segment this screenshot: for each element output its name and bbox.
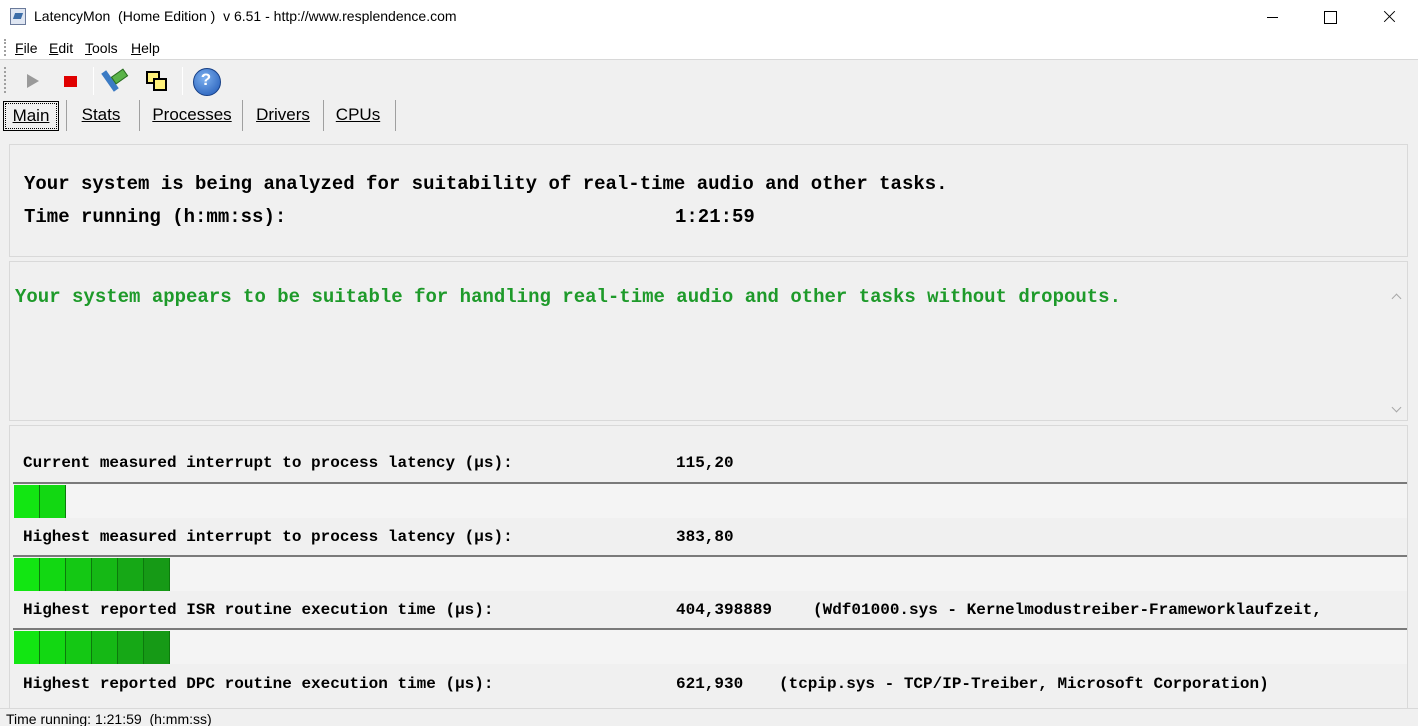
play-icon[interactable]	[18, 67, 46, 95]
bar-segment	[40, 558, 66, 591]
menu-edit[interactable]: Edit	[49, 40, 73, 56]
latency-bar	[13, 555, 1407, 591]
time-running-label: Time running (h:mm:ss):	[24, 206, 287, 228]
bar-segment	[66, 631, 92, 664]
latency-bar	[13, 628, 1407, 664]
measurement-label: Highest reported DPC routine execution t…	[23, 675, 494, 693]
bar-segment	[118, 631, 144, 664]
measurement-value: 404,398889	[676, 601, 773, 619]
measurements-panel: Current measured interrupt to process la…	[9, 425, 1408, 710]
tab-cpus[interactable]: CPUs	[330, 101, 386, 131]
scroll-up-arrow-icon[interactable]	[1390, 290, 1404, 304]
measurement-value: 383,80	[676, 528, 734, 546]
menu-grip[interactable]	[4, 39, 6, 56]
toolbar-separator	[182, 67, 183, 95]
window-title: LatencyMon (Home Edition ) v 6.51 - http…	[34, 8, 457, 24]
latency-bar-fill	[14, 631, 170, 664]
latency-bar-fill	[14, 485, 66, 518]
time-running-value: 1:21:59	[675, 206, 755, 228]
verdict-panel: Your system appears to be suitable for h…	[9, 261, 1408, 421]
toolbar-grip[interactable]	[4, 67, 6, 93]
bar-segment	[118, 558, 144, 591]
measurement-value: 621,930	[676, 675, 744, 693]
bar-segment	[66, 558, 92, 591]
menu-help[interactable]: Help	[131, 40, 160, 56]
measurement-label: Highest measured interrupt to process la…	[23, 528, 513, 546]
close-button[interactable]	[1360, 0, 1418, 34]
measurement-label: Current measured interrupt to process la…	[23, 454, 513, 472]
analysis-status-panel: Your system is being analyzed for suitab…	[9, 144, 1408, 257]
measurement-label: Highest reported ISR routine execution t…	[23, 601, 494, 619]
bar-segment	[14, 485, 40, 518]
bar-segment	[40, 485, 66, 518]
tab-main[interactable]: Main	[3, 101, 59, 131]
minimize-button[interactable]	[1244, 0, 1302, 34]
menu-tools[interactable]: Tools	[85, 40, 118, 56]
tab-bar: Main Stats Processes Drivers CPUs	[0, 99, 1418, 132]
measurement-value: 115,20	[676, 454, 734, 472]
latency-bar-fill	[14, 558, 170, 591]
bar-segment	[92, 631, 118, 664]
status-bar-text: Time running: 1:21:59 (h:mm:ss)	[6, 711, 212, 726]
bar-segment	[40, 631, 66, 664]
toolbar: ?	[0, 61, 1418, 99]
bar-segment	[14, 558, 40, 591]
help-icon[interactable]: ?	[192, 67, 221, 96]
verdict-text: Your system appears to be suitable for h…	[15, 286, 1121, 308]
toolbar-separator	[93, 67, 94, 95]
status-bar: Time running: 1:21:59 (h:mm:ss)	[0, 708, 1418, 726]
stop-icon[interactable]	[56, 67, 84, 95]
tab-stats[interactable]: Stats	[74, 101, 128, 131]
bar-segment	[14, 631, 40, 664]
maximize-button[interactable]	[1301, 0, 1359, 34]
hammer-icon[interactable]	[101, 67, 130, 95]
bar-segment	[144, 558, 170, 591]
latencymon-app-icon[interactable]	[10, 8, 26, 25]
bar-segment	[144, 631, 170, 664]
measurement-detail: (Wdf01000.sys - Kernelmodustreiber-Frame…	[813, 601, 1322, 619]
windows-icon[interactable]	[143, 67, 171, 95]
menu-bar: File Edit Tools Help	[0, 34, 1418, 60]
bar-segment	[92, 558, 118, 591]
menu-file[interactable]: File	[15, 40, 38, 56]
analysis-status-text: Your system is being analyzed for suitab…	[24, 173, 948, 195]
measurement-detail: (tcpip.sys - TCP/IP-Treiber, Microsoft C…	[779, 675, 1269, 693]
title-bar: LatencyMon (Home Edition ) v 6.51 - http…	[0, 0, 1418, 34]
latency-bar	[13, 482, 1407, 518]
tab-processes[interactable]: Processes	[146, 101, 238, 131]
scroll-down-arrow-icon[interactable]	[1390, 402, 1404, 416]
tab-drivers[interactable]: Drivers	[249, 101, 317, 131]
